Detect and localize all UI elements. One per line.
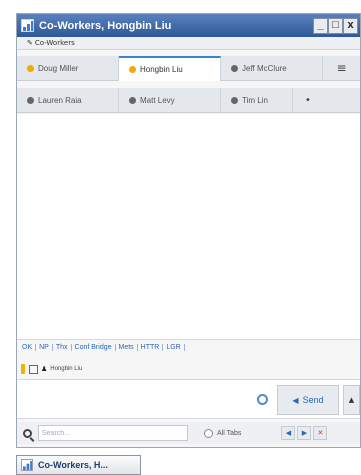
search-icon	[23, 428, 32, 438]
tab-tim-lin[interactable]: Tim Lin	[221, 88, 293, 113]
quick-replies-bar: OK NP Thx Conf Bridge Mets HTTR LGR	[19, 341, 185, 354]
quick-reply-lgr[interactable]: LGR	[163, 344, 185, 351]
tab-label: Doug Miller	[38, 64, 79, 73]
search-next-icon[interactable]: ▶	[297, 426, 312, 440]
quick-reply-httr[interactable]: HTTR	[138, 344, 164, 351]
taskbar-button[interactable]: Co-Workers, H...	[16, 455, 141, 475]
tab-jeff-mcclure[interactable]: Jeff McClure	[221, 56, 323, 81]
all-tabs-label: All Tabs	[217, 429, 242, 437]
status-dot-icon	[27, 97, 34, 104]
minimize-button[interactable]: _	[313, 17, 328, 34]
checkbox-icon[interactable]	[29, 364, 38, 374]
tab-hongbin-liu[interactable]: Hongbin Liu	[119, 56, 221, 81]
chat-history[interactable]	[17, 114, 360, 340]
tab-row-1: Doug Miller Hongbin Liu Jeff McClure ≡	[17, 56, 360, 81]
status-dot-icon	[129, 97, 136, 104]
format-toolbar: ♟ Hongbin Liu	[17, 360, 360, 378]
expand-up-icon[interactable]: ▲	[343, 385, 360, 415]
chat-window: Co-Workers, Hongbin Liu _ □ x ✎ Co-Worke…	[16, 13, 361, 448]
status-dot-icon	[231, 65, 238, 72]
user-icon: ♟	[41, 365, 48, 373]
quick-reply-conf-bridge[interactable]: Conf Bridge	[72, 344, 116, 351]
tab-label: Matt Levy	[140, 96, 175, 105]
search-bar: All Tabs ◀ ▶ ✕	[17, 422, 360, 444]
all-tabs-radio[interactable]	[204, 428, 213, 438]
emoji-icon[interactable]	[257, 394, 268, 405]
quick-reply-thx[interactable]: Thx	[53, 344, 72, 351]
maximize-button[interactable]: □	[328, 17, 343, 34]
add-tab-icon[interactable]: •	[293, 88, 323, 112]
window-title: Co-Workers, Hongbin Liu	[39, 19, 172, 32]
tab-row-2: Lauren Raia Matt Levy Tim Lin •	[17, 88, 360, 113]
send-button[interactable]: ◀ Send	[277, 385, 339, 415]
hamburger-icon[interactable]: ≡	[323, 56, 360, 80]
message-input[interactable]: ◀ Send ▲	[17, 379, 360, 419]
tab-label: Hongbin Liu	[140, 65, 183, 74]
tab-label: Tim Lin	[242, 96, 268, 105]
status-dot-icon	[27, 65, 34, 72]
group-name: Co-Workers	[34, 39, 75, 47]
pin-icon: ✎	[27, 39, 33, 47]
tab-lauren-raia[interactable]: Lauren Raia	[17, 88, 119, 113]
window-icon	[21, 19, 34, 32]
search-prev-icon[interactable]: ◀	[281, 426, 296, 440]
tab-matt-levy[interactable]: Matt Levy	[119, 88, 221, 113]
quick-reply-np[interactable]: NP	[36, 344, 53, 351]
send-label: Send	[302, 395, 324, 405]
tab-doug-miller[interactable]: Doug Miller	[17, 56, 119, 81]
title-bar[interactable]: Co-Workers, Hongbin Liu _ □ x	[17, 14, 360, 37]
group-breadcrumb: ✎ Co-Workers	[17, 37, 360, 50]
send-icon: ◀	[292, 395, 299, 405]
status-dot-icon	[231, 97, 238, 104]
priority-flag-icon[interactable]	[21, 364, 25, 374]
status-dot-icon	[129, 66, 136, 73]
tab-label: Jeff McClure	[242, 64, 287, 73]
recipient-name: Hongbin Liu	[50, 366, 83, 372]
search-close-icon[interactable]: ✕	[313, 426, 328, 440]
taskbar-label: Co-Workers, H...	[38, 460, 108, 470]
window-icon	[21, 459, 33, 471]
quick-reply-ok[interactable]: OK	[19, 344, 37, 351]
quick-reply-mets[interactable]: Mets	[116, 344, 138, 351]
close-button[interactable]: x	[343, 17, 358, 34]
search-input[interactable]	[38, 425, 188, 441]
tab-label: Lauren Raia	[38, 96, 82, 105]
